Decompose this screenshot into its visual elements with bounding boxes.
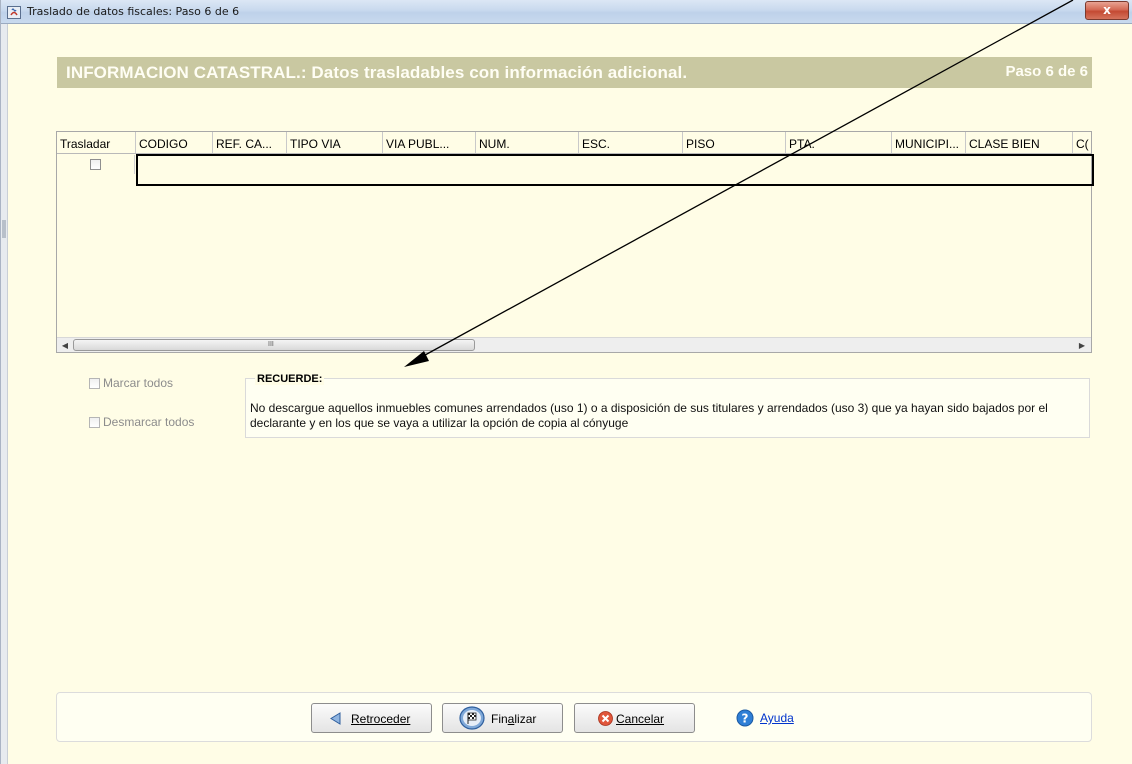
desmarcar-todos-box: [89, 417, 100, 428]
scroll-thumb[interactable]: III: [73, 339, 475, 351]
column-header-codigo[interactable]: CODIGO: [136, 132, 213, 153]
table-header: Trasladar CODIGO REF. CA... TIPO VIA VIA…: [57, 132, 1091, 154]
finalizar-label: Finalizar: [491, 712, 537, 726]
column-header-ref-catastral[interactable]: REF. CA...: [213, 132, 287, 153]
column-header-esc[interactable]: ESC.: [579, 132, 683, 153]
trasladar-checkbox[interactable]: [90, 159, 101, 170]
column-header-municipio[interactable]: MUNICIPI...: [892, 132, 966, 153]
desmarcar-todos-label: Desmarcar todos: [103, 415, 195, 429]
step-title: INFORMACION CATASTRAL.: Datos trasladabl…: [66, 63, 688, 82]
svg-text:?: ?: [742, 712, 749, 726]
horizontal-scrollbar[interactable]: ◀ III ▶: [57, 337, 1091, 352]
cancelar-button[interactable]: Cancelar: [574, 703, 695, 733]
reminder-text: No descargue aquellos inmuebles comunes …: [250, 401, 1048, 430]
close-icon: x: [1103, 3, 1111, 17]
desmarcar-todos-checkbox[interactable]: Desmarcar todos: [89, 415, 194, 429]
marcar-todos-box: [89, 378, 100, 389]
step-header: INFORMACION CATASTRAL.: Datos trasladabl…: [57, 57, 1092, 88]
column-header-tipo-via[interactable]: TIPO VIA: [287, 132, 383, 153]
column-header-num[interactable]: NUM.: [476, 132, 579, 153]
title-bar: Traslado de datos fiscales: Paso 6 de 6 …: [1, 0, 1132, 24]
finish-flag-icon: [459, 706, 485, 730]
column-header-via-publica[interactable]: VIA PUBL...: [383, 132, 476, 153]
marcar-todos-checkbox[interactable]: Marcar todos: [89, 376, 173, 390]
annotation-highlight-box: [136, 154, 1094, 186]
column-header-truncated[interactable]: C(: [1073, 132, 1091, 153]
marcar-todos-label: Marcar todos: [103, 376, 174, 390]
java-app-icon: [7, 6, 21, 19]
cancel-icon: [598, 711, 613, 726]
scroll-left-icon[interactable]: ◀: [58, 339, 72, 352]
resize-knob[interactable]: [2, 220, 6, 238]
reminder-panel: RECUERDE: No descargue aquellos inmueble…: [245, 373, 1090, 438]
column-header-clase-bien[interactable]: CLASE BIEN: [966, 132, 1073, 153]
column-header-pta[interactable]: PTA.: [786, 132, 892, 153]
column-header-trasladar[interactable]: Trasladar: [57, 132, 136, 153]
dialog-window: Traslado de datos fiscales: Paso 6 de 6 …: [0, 0, 1132, 764]
back-arrow-icon: [330, 712, 341, 725]
close-button[interactable]: x: [1085, 1, 1129, 20]
window-title: Traslado de datos fiscales: Paso 6 de 6: [27, 5, 240, 18]
trasladar-cell: [57, 155, 135, 174]
step-indicator: Paso 6 de 6: [1005, 63, 1088, 80]
scroll-right-icon[interactable]: ▶: [1075, 339, 1089, 352]
finalizar-button[interactable]: Finalizar: [442, 703, 563, 733]
ayuda-label: Ayuda: [760, 711, 794, 725]
left-resize-edge[interactable]: [1, 24, 8, 764]
help-icon: ?: [736, 709, 754, 727]
retroceder-button[interactable]: Retroceder: [311, 703, 432, 733]
scroll-grip: III: [268, 341, 274, 348]
reminder-title: RECUERDE:: [255, 373, 325, 385]
retroceder-label: Retroceder: [351, 712, 411, 726]
cancelar-label: Cancelar: [616, 712, 665, 726]
column-header-piso[interactable]: PISO: [683, 132, 786, 153]
